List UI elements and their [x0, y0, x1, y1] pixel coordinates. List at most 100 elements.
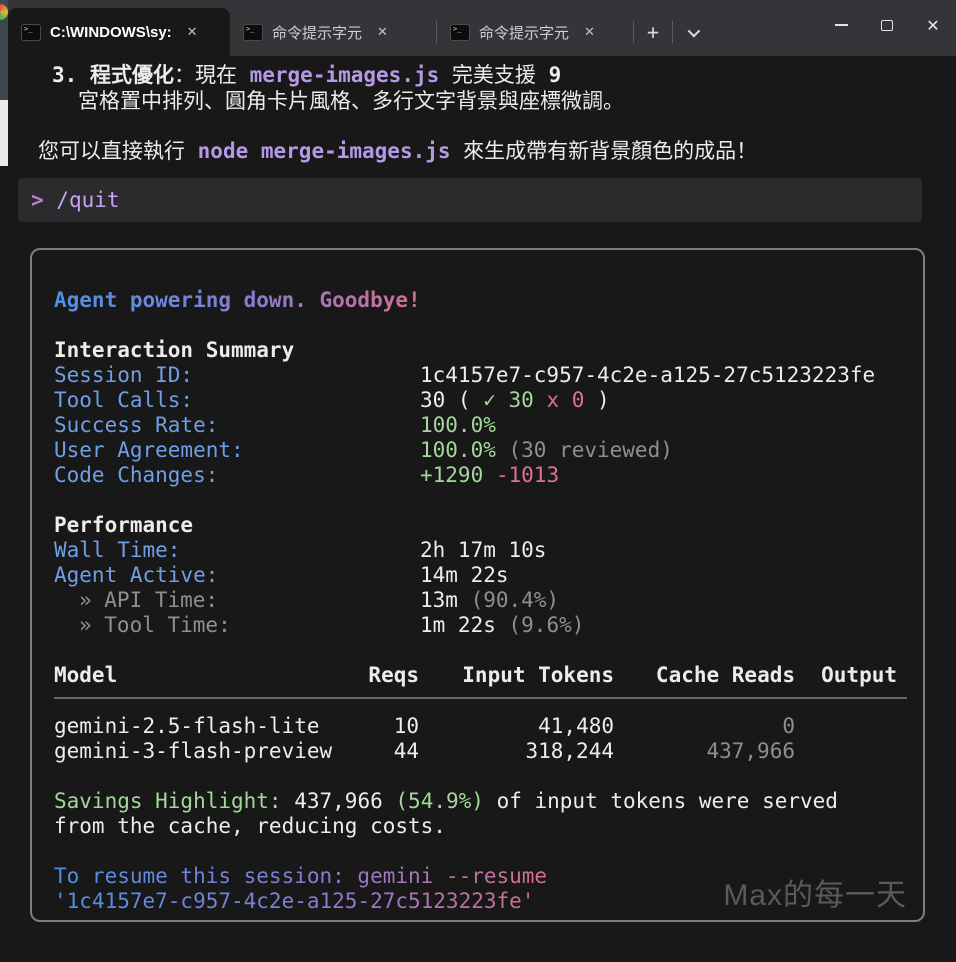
cell-output	[795, 714, 897, 739]
api-time-pct: (90.4%)	[471, 588, 560, 612]
savings-highlight-line-1: Savings Highlight: 437,966 (54.9%) of in…	[54, 789, 838, 814]
session-id-value: 1c4157e7-c957-4c2e-a125-27c5123223fe	[420, 363, 875, 387]
success-rate-label: Success Rate:	[54, 413, 420, 438]
session-summary-box: Agent powering down. Goodbye! Interactio…	[30, 248, 925, 922]
list-number: 3.	[52, 63, 77, 87]
cell-reqs: 44	[364, 739, 419, 764]
background-window-edge	[0, 0, 8, 962]
resume-session-id: '1c4157e7-c957-4c2e-a125-27c5123223fe'	[54, 889, 534, 914]
new-tab-button[interactable]: +	[634, 8, 672, 56]
session-id-row: Session ID:1c4157e7-c957-4c2e-a125-27c51…	[54, 363, 875, 388]
savings-text: of input tokens were served	[484, 789, 838, 813]
cmd-prompt-icon: >_	[21, 24, 41, 41]
savings-highlight-line-2: from the cache, reducing costs.	[54, 814, 446, 839]
cell-reqs: 10	[364, 714, 419, 739]
tab-close-icon[interactable]: ✕	[181, 22, 204, 42]
tab-cmd-3[interactable]: >_ 命令提示字元 ✕	[437, 8, 633, 56]
user-agreement-row: User Agreement:100.0% (30 reviewed)	[54, 438, 673, 463]
savings-label: Savings Highlight:	[54, 789, 282, 813]
tool-calls-fail: x 0	[546, 388, 584, 412]
close-window-button[interactable]: ✕	[910, 0, 956, 50]
maximize-icon	[881, 20, 893, 31]
minimize-icon	[835, 24, 848, 26]
cell-input-tokens: 41,480	[419, 714, 614, 739]
savings-value: 437,966	[294, 789, 383, 813]
resume-hint-line-1: To resume this session: gemini --resume	[54, 864, 547, 889]
table-row: gemini-2.5-flash-lite 10 41,480 0	[54, 714, 897, 739]
header-cache-reads: Cache Reads	[614, 663, 795, 688]
tab-cmd-active[interactable]: >_ C:\WINDOWS\sy: ✕	[8, 8, 230, 56]
session-id-label: Session ID:	[54, 363, 420, 388]
table-row: gemini-3-flash-preview 44 318,244 437,96…	[54, 739, 897, 764]
resume-command: To resume this session: gemini --resume	[54, 864, 547, 889]
resume-hint-line-2: '1c4157e7-c957-4c2e-a125-27c5123223fe'	[54, 889, 534, 914]
cell-input-tokens: 318,244	[419, 739, 614, 764]
user-agreement-label: User Agreement:	[54, 438, 420, 463]
code-command: node merge-images.js	[198, 139, 451, 163]
header-reqs: Reqs	[364, 663, 419, 688]
agent-active-value: 14m 22s	[420, 563, 509, 587]
wall-time-value: 2h 17m 10s	[420, 538, 546, 562]
success-rate-value: 100.0%	[420, 413, 496, 437]
hint-post-text: 來生成帶有新背景顏色的成品！	[451, 139, 758, 163]
savings-pct: (54.9%)	[395, 789, 484, 813]
background-window-body	[0, 100, 8, 166]
tool-calls-row: Tool Calls:30 ( ✓ 30 x 0 )	[54, 388, 610, 413]
header-model: Model	[54, 663, 364, 688]
code-removed: -1013	[496, 463, 559, 487]
code-changes-label: Code Changes:	[54, 463, 420, 488]
performance-heading: Performance	[54, 513, 193, 538]
tab-dropdown-button[interactable]	[673, 8, 711, 56]
user-agreement-note: (30 reviewed)	[496, 438, 673, 462]
wall-time-label: Wall Time:	[54, 538, 420, 563]
user-agreement-value: 100.0%	[420, 438, 496, 462]
background-app-icon	[0, 4, 8, 20]
optimization-line-2: 宮格置中排列、圓角卡片風格、多行文字背景與座標微調。	[78, 88, 624, 114]
background-window-titlebar	[0, 0, 8, 100]
tool-calls-label: Tool Calls:	[54, 388, 420, 413]
tab-strip: >_ C:\WINDOWS\sy: ✕ >_ 命令提示字元 ✕ >_ 命令提示字…	[8, 8, 711, 56]
plus-icon: +	[647, 20, 659, 44]
cmd-prompt-icon-glyph: >_	[246, 26, 254, 33]
code-added: +1290	[420, 463, 483, 487]
space	[534, 388, 547, 412]
optimization-line-1: 3. 程式優化：現在 merge-images.js 完美支援 9	[52, 62, 561, 88]
prompt-input-bar[interactable]: > /quit	[18, 178, 922, 222]
cmd-prompt-icon: >_	[450, 24, 470, 41]
cell-cache-reads: 0	[614, 714, 795, 739]
point-pre-text: 現在	[195, 63, 250, 87]
cell-model: gemini-2.5-flash-lite	[54, 714, 364, 739]
maximize-button[interactable]	[864, 0, 910, 50]
header-input-tokens: Input Tokens	[419, 663, 614, 688]
cmd-prompt-icon-glyph: >_	[453, 26, 461, 33]
space	[383, 789, 396, 813]
prompt-caret: >	[31, 188, 44, 212]
cell-model: gemini-3-flash-preview	[54, 739, 364, 764]
tab-close-icon[interactable]: ✕	[371, 22, 394, 42]
watermark: Max的每一天	[723, 870, 907, 914]
tab-title: 命令提示字元	[479, 22, 569, 43]
tool-time-label: » Tool Time:	[54, 613, 420, 638]
wall-time-row: Wall Time:2h 17m 10s	[54, 538, 546, 563]
minimize-button[interactable]	[818, 0, 864, 50]
tab-close-icon[interactable]: ✕	[578, 22, 601, 42]
chevron-down-icon	[687, 24, 700, 37]
tool-time-pct: (9.6%)	[509, 613, 585, 637]
api-time-value: 13m	[420, 588, 471, 612]
tool-calls-open: 30 (	[420, 388, 483, 412]
api-time-label: » API Time:	[54, 588, 420, 613]
run-hint-line: 您可以直接執行 node merge-images.js 來生成帶有新背景顏色的…	[38, 138, 757, 164]
cell-output	[795, 739, 897, 764]
tab-cmd-2[interactable]: >_ 命令提示字元 ✕	[230, 8, 436, 56]
space	[282, 789, 295, 813]
point-title: 程式優化	[90, 63, 174, 87]
api-time-row: » API Time:13m (90.4%)	[54, 588, 559, 613]
tab-title: 命令提示字元	[272, 22, 362, 43]
table-divider	[54, 697, 907, 699]
close-icon: ✕	[926, 16, 939, 35]
cmd-prompt-icon-glyph: >_	[24, 26, 32, 33]
tool-time-row: » Tool Time:1m 22s (9.6%)	[54, 613, 584, 638]
hint-pre-text: 您可以直接執行	[38, 139, 198, 163]
terminal-viewport: 3. 程式優化：現在 merge-images.js 完美支援 9 宮格置中排列…	[8, 56, 956, 962]
tool-time-value: 1m 22s	[420, 613, 509, 637]
